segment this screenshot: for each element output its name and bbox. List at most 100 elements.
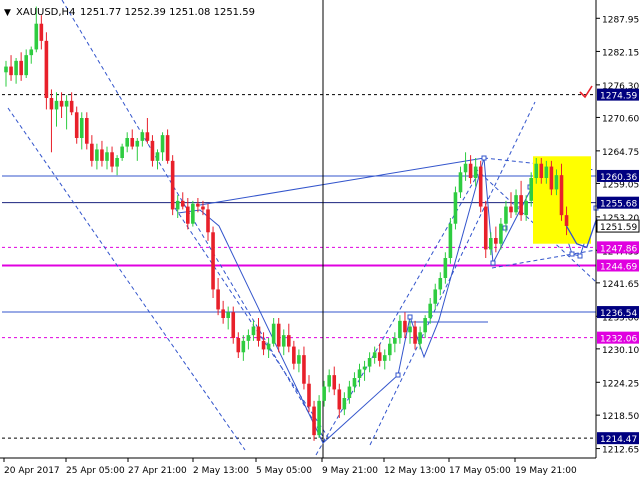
- candle-body: [312, 406, 316, 436]
- candle-body: [241, 340, 246, 353]
- candle-body: [180, 200, 185, 207]
- candle-body: [398, 320, 402, 338]
- candle-body: [413, 326, 417, 344]
- candle-body: [458, 172, 463, 193]
- candle-body: [191, 203, 195, 224]
- candle-body: [19, 60, 23, 76]
- candle-body: [483, 206, 488, 250]
- x-tick-label: 5 May 05:00: [256, 466, 312, 476]
- trend-line: [7, 107, 246, 451]
- candle-body: [135, 140, 140, 147]
- y-tick-label: 1230.10: [602, 346, 639, 356]
- candle-body: [271, 323, 276, 344]
- price-label-text: 1236.54: [600, 309, 637, 319]
- candle-body: [362, 366, 367, 370]
- x-tick-label: 25 Apr 05:00: [66, 466, 125, 476]
- checkmark-icon: [579, 85, 593, 99]
- symbol-label: XAUUSD,H4: [16, 7, 75, 18]
- candle-body: [226, 312, 230, 318]
- candle-body: [79, 118, 84, 138]
- candle-body: [110, 152, 114, 167]
- candle-body: [130, 138, 135, 147]
- candle-body: [120, 146, 124, 158]
- candle-body: [201, 206, 205, 210]
- candle-body: [377, 352, 382, 361]
- y-tick-label: 1241.65: [602, 280, 639, 290]
- candle-body: [59, 100, 64, 107]
- trend-line: [369, 101, 536, 446]
- trend-lines: [7, 0, 599, 458]
- candle-body: [34, 23, 39, 50]
- candle-body: [307, 383, 311, 407]
- candle-body: [64, 100, 69, 107]
- candle-body: [463, 163, 468, 173]
- candle-body: [276, 323, 281, 347]
- y-tick-label: 1218.50: [602, 412, 639, 422]
- candle-body: [327, 375, 331, 387]
- y-tick-label: 1287.95: [602, 15, 639, 25]
- y-tick-label: 1224.25: [602, 379, 639, 389]
- candle-body: [453, 192, 458, 224]
- candle-body: [297, 355, 301, 364]
- candle-body: [216, 289, 220, 310]
- candle-body: [150, 140, 155, 161]
- candle-body: [382, 355, 387, 361]
- candle-body: [524, 200, 528, 216]
- candle-body: [14, 60, 18, 76]
- candle-body: [246, 335, 251, 341]
- candle-body: [196, 203, 200, 207]
- y-tick-label: 1212.65: [602, 446, 639, 456]
- candle-body: [332, 375, 337, 390]
- candle-body: [393, 338, 397, 344]
- candle-body: [29, 49, 34, 56]
- price-label-text: 1247.86: [600, 244, 637, 254]
- candle-body: [357, 369, 362, 378]
- candle-body: [221, 309, 225, 318]
- candle-body: [337, 389, 342, 410]
- wave-point: [569, 251, 575, 257]
- candle-body: [140, 132, 145, 141]
- candle-body: [266, 343, 271, 350]
- candle-body: [539, 163, 544, 178]
- candle-body: [428, 303, 432, 318]
- candle-body: [90, 143, 94, 161]
- candle-body: [100, 149, 104, 161]
- candle-body: [564, 215, 569, 226]
- collapse-arrow-icon[interactable]: ▼: [4, 8, 11, 18]
- y-tick-label: 1282.15: [602, 48, 639, 58]
- price-label-text: 1244.69: [600, 262, 637, 272]
- candle-body: [478, 166, 483, 207]
- candle-body: [388, 343, 392, 356]
- candle-body: [448, 223, 453, 258]
- price-labels: 1274.59 1260.36 1255.68 1251.59 1247.86 1244.…: [596, 88, 640, 445]
- candle-body: [261, 340, 266, 350]
- price-label-text: 1214.47: [600, 435, 637, 445]
- candle-body: [4, 66, 8, 73]
- candle-body: [342, 398, 347, 410]
- candle-body: [302, 355, 306, 384]
- chart-header: ▼ XAUUSD,H4 1251.77 1252.39 1251.08 1251…: [4, 7, 255, 18]
- candle-body: [504, 206, 508, 224]
- candle-body: [534, 163, 539, 178]
- candle-body: [39, 23, 44, 41]
- candle-body: [317, 400, 321, 436]
- x-tick-label: 17 May 05:00: [449, 466, 511, 476]
- candle-body: [372, 352, 377, 358]
- wave-point: [490, 260, 496, 266]
- candle-body: [95, 149, 99, 161]
- y-tick-label: 1264.75: [602, 148, 639, 158]
- candle-body: [473, 166, 478, 178]
- candle-body: [322, 386, 326, 401]
- candle-body: [186, 206, 190, 224]
- candle-body: [231, 312, 236, 338]
- candle-body: [165, 135, 170, 161]
- candle-body: [468, 163, 473, 178]
- candle-body: [24, 55, 28, 76]
- candle-body: [352, 378, 357, 387]
- candle-body: [494, 238, 498, 244]
- candle-body: [9, 66, 13, 76]
- candle-body: [206, 209, 210, 233]
- candle-body: [175, 200, 180, 210]
- candle-body: [105, 152, 109, 161]
- candle-body: [489, 238, 493, 250]
